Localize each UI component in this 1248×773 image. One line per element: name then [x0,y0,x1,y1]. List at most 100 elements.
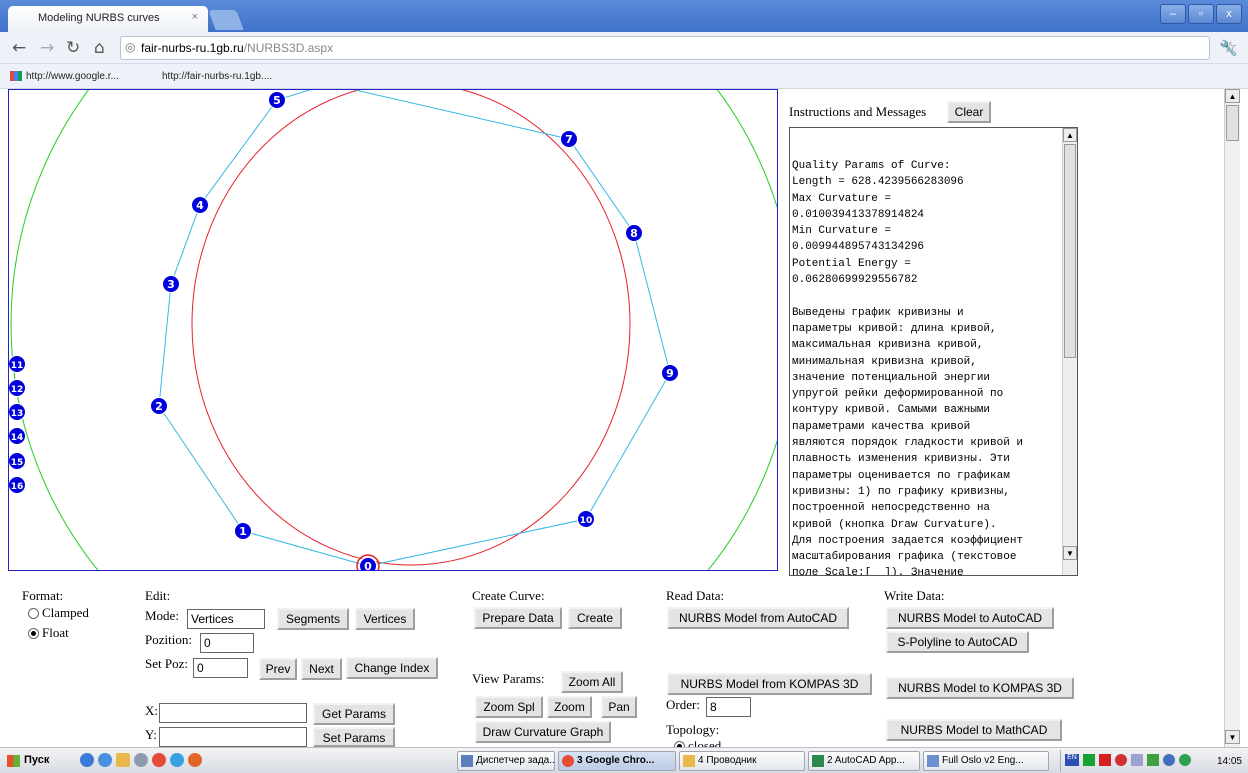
globe-icon: ◎ [125,40,136,54]
control-point-label: 13 [11,409,24,419]
page-scroll-up-icon[interactable]: ▲ [1225,89,1240,103]
start-button[interactable]: Пуск [4,751,60,771]
minimize-button[interactable]: – [1160,4,1186,24]
mail-icon[interactable] [134,753,148,767]
page-scroll-down-icon[interactable]: ▼ [1225,730,1240,744]
order-input[interactable]: 8 [706,697,751,717]
get-params-button[interactable]: Get Params [313,703,395,725]
nurbs-canvas[interactable]: 0 1 2 3 4 5 7 8 9 10 11 12 13 14 15 16 [8,89,778,571]
y-input[interactable] [159,727,307,747]
control-point-label: 12 [11,385,24,395]
reload-icon[interactable]: ↻ [66,38,80,58]
bookmarks-bar: http://www.google.r... http://fair-nurbs… [0,64,1248,89]
next-button[interactable]: Next [301,658,342,680]
x-label: X: [145,703,158,718]
read-data-label: Read Data: [666,588,725,603]
write-autocad-button[interactable]: NURBS Model to AutoCAD [886,607,1054,629]
maximize-button[interactable]: ▫ [1188,4,1214,24]
tray-green-icon[interactable] [1083,754,1095,766]
create-curve-label: Create Curve: [472,588,545,603]
draw-curvature-button[interactable]: Draw Curvature Graph [475,721,611,743]
messages-textarea[interactable]: Quality Params of Curve: Length = 628.42… [789,127,1078,576]
create-button[interactable]: Create [568,607,622,629]
clamped-radio[interactable] [28,608,39,619]
bookmark-fair-nurbs[interactable]: http://fair-nurbs-ru.1gb.... [162,71,272,82]
scroll-down-icon[interactable]: ▼ [1063,546,1077,560]
folder-icon[interactable] [116,753,130,767]
zoom-spl-button[interactable]: Zoom Spl [475,696,543,718]
x-input[interactable] [159,703,307,723]
back-arrow-icon[interactable]: ← [12,38,26,58]
ie-icon[interactable] [80,753,94,767]
chrome-quicklaunch-icon[interactable] [152,753,166,767]
task-manager-icon [461,755,473,767]
float-radio[interactable] [28,628,39,639]
control-point-label: 2 [155,400,163,413]
pan-button[interactable]: Pan [601,696,637,718]
clear-button[interactable]: Clear [947,101,991,123]
task-autocad[interactable]: 2 AutoCAD App... [808,751,920,771]
control-point-label: 7 [565,133,573,146]
float-label: Float [42,625,69,640]
opera-icon[interactable] [170,753,184,767]
tray-red-icon[interactable] [1115,754,1127,766]
tray-network-icon[interactable] [1131,754,1143,766]
messages-scrollbar[interactable]: ▲ ▼ [1062,128,1077,575]
tray-kaspersky-icon[interactable] [1099,754,1111,766]
task-task-manager[interactable]: Диспетчер зада... [457,751,555,771]
task-google-chrome[interactable]: 3 Google Chro... [558,751,676,771]
tab-modeling-nurbs[interactable]: Modeling NURBS curves × [8,6,208,32]
mode-input[interactable]: Vertices [187,609,265,629]
pozition-input[interactable]: 0 [200,633,254,653]
y-label: Y: [145,727,157,742]
google-icon [10,71,22,82]
scroll-up-icon[interactable]: ▲ [1063,128,1077,142]
close-window-button[interactable]: x [1216,4,1242,24]
change-index-button[interactable]: Change Index [346,657,438,679]
control-polygon [158,90,671,567]
tray-speaker-icon[interactable] [1179,754,1191,766]
messages-text: Quality Params of Curve: Length = 628.42… [792,160,1024,576]
control-point-label: 1 [239,525,247,538]
segments-button[interactable]: Segments [277,608,349,630]
format-label: Format: [22,588,64,603]
url-path: /NURBS3D.aspx [243,41,334,55]
set-params-button[interactable]: Set Params [313,727,395,747]
windows-flag-icon [7,755,20,767]
address-bar[interactable]: ◎ fair-nurbs-ru.1gb.ru/NURBS3D.aspx ☆ [120,36,1237,60]
tray-update-icon[interactable] [1147,754,1159,766]
control-point-label: 11 [11,361,24,371]
setpoz-input[interactable]: 0 [193,658,248,678]
closed-label: closed [688,738,722,747]
scroll-thumb[interactable] [1064,144,1076,358]
tab-close-icon[interactable]: × [192,11,198,23]
home-icon[interactable]: ⌂ [94,38,105,58]
control-point-label: 9 [666,367,674,380]
bookmark-google[interactable]: http://www.google.r... [10,71,119,82]
zoom-button[interactable]: Zoom [547,696,592,718]
write-mathcad-button[interactable]: NURBS Model to MathCAD [886,719,1062,741]
control-point-label: 0 [364,560,372,571]
new-tab-button[interactable] [208,10,244,30]
prev-button[interactable]: Prev [259,658,297,680]
oslo-icon [927,755,939,767]
page-scroll-thumb[interactable] [1226,105,1239,141]
firefox-icon[interactable] [188,753,202,767]
language-indicator[interactable]: EN [1065,754,1079,766]
read-autocad-button[interactable]: NURBS Model from AutoCAD [667,607,849,629]
write-kompas-button[interactable]: NURBS Model to KOMPAS 3D [886,677,1074,699]
read-kompas-button[interactable]: NURBS Model from KOMPAS 3D [667,673,872,695]
forward-arrow-icon[interactable]: → [40,38,54,58]
messages-header: Instructions and Messages [789,104,927,119]
wrench-icon[interactable]: 🔧 [1219,39,1238,58]
task-explorer[interactable]: 4 Проводник [679,751,805,771]
task-full-oslo[interactable]: Full Oslo v2 Eng... [923,751,1049,771]
control-point-label: 8 [630,227,638,240]
vertices-button[interactable]: Vertices [355,608,415,630]
spolyline-autocad-button[interactable]: S-Polyline to AutoCAD [886,631,1029,653]
prepare-data-button[interactable]: Prepare Data [474,607,562,629]
search-quicklaunch-icon[interactable] [98,753,112,767]
tray-blue-icon[interactable] [1163,754,1175,766]
zoom-all-button[interactable]: Zoom All [561,671,623,693]
page-scrollbar[interactable]: ▲ ▼ [1224,89,1240,754]
